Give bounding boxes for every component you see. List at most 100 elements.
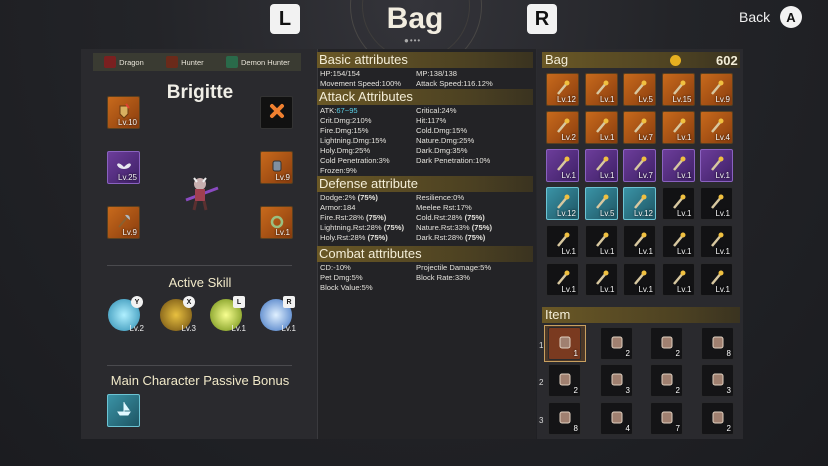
bag-slot[interactable]: Lv.1 [661, 149, 695, 182]
skill-level: Lv.2 [129, 324, 144, 333]
a-button-icon[interactable]: A [780, 6, 802, 28]
equip-slot-wings[interactable]: Lv.25 [107, 151, 140, 184]
bag-slot[interactable]: Lv.1 [584, 263, 618, 296]
gold-amount: 602 [716, 53, 738, 68]
item-slot[interactable]: 3 [600, 364, 633, 397]
bag-slot[interactable]: Lv.12 [623, 187, 656, 220]
item-slot[interactable]: 7 [650, 402, 683, 435]
skill-slot-x[interactable]: X Lv.3 [160, 296, 196, 333]
wand-icon [661, 411, 673, 424]
skill-level: Lv.1 [231, 324, 246, 333]
stat-lightning-dmg: Lightning.Dmg:15% [320, 136, 387, 145]
item-level: Lv.1 [676, 247, 692, 256]
bag-slot[interactable]: Lv.5 [584, 187, 618, 220]
bag-slot[interactable]: Lv.1 [623, 225, 656, 258]
bag-slot[interactable]: Lv.9 [700, 73, 733, 106]
stat-fire-rst-cap: (75%) [366, 213, 387, 222]
item-slot[interactable]: 8 [548, 402, 581, 435]
item-slot[interactable]: 2 [548, 364, 581, 397]
bag-slot[interactable]: Lv.5 [623, 73, 656, 106]
stat-block-rate: Block Rate:33% [416, 273, 471, 282]
equip-slot-gauntlet[interactable]: Lv.9 [260, 151, 293, 184]
item-slot[interactable]: 3 [701, 364, 734, 397]
bag-slot[interactable]: Lv.1 [546, 263, 579, 296]
stat-nature-rst-value: Nature.Rst:33% [416, 223, 470, 232]
item-quantity: 3 [625, 386, 630, 395]
stat-holy-rst-cap: (75%) [367, 233, 388, 242]
stat-atk-label: ATK: [320, 106, 337, 115]
bag-slot[interactable]: Lv.2 [546, 111, 579, 144]
item-slot[interactable]: 2 [650, 327, 683, 360]
stat-dark-rst: Dark.Rst:28% (75%) [416, 233, 485, 242]
bag-slot[interactable]: Lv.1 [661, 111, 695, 144]
item-slot[interactable]: 2 [701, 402, 734, 435]
bag-slot[interactable]: Lv.1 [584, 111, 618, 144]
bag-slot[interactable]: Lv.15 [661, 73, 695, 106]
item-slot[interactable]: 2 [650, 364, 683, 397]
r-shoulder-button[interactable]: R [527, 4, 557, 34]
bag-slot[interactable]: Lv.1 [700, 263, 733, 296]
stat-attack-speed: Attack Speed:116.12% [416, 79, 493, 88]
item-slot[interactable]: 8 [701, 327, 734, 360]
item-quantity: 3 [726, 386, 731, 395]
bag-slot[interactable]: Lv.1 [584, 73, 618, 106]
bag-slot[interactable]: Lv.1 [700, 149, 733, 182]
bag-slot[interactable]: Lv.12 [546, 187, 579, 220]
bag-slot[interactable]: Lv.1 [661, 263, 695, 296]
herb-icon [661, 336, 673, 349]
item-slot[interactable]: 1 [548, 327, 581, 360]
equip-level: Lv.9 [275, 173, 290, 182]
stat-pet-dmg: Pet Dmg:5% [320, 273, 363, 282]
equip-slot-helmet[interactable]: Lv.10 [107, 96, 140, 129]
stat-meelee-rst: Meelee Rst:17% [416, 203, 472, 212]
item-level: Lv.2 [561, 133, 576, 142]
item-level: Lv.7 [638, 171, 653, 180]
skill-slot-r[interactable]: R Lv.1 [260, 296, 296, 333]
item-level: Lv.1 [599, 95, 615, 104]
bag-slot[interactable]: Lv.12 [546, 73, 579, 106]
item-slot[interactable]: 4 [600, 402, 633, 435]
bag-slot[interactable]: Lv.1 [584, 149, 618, 182]
ship-icon [117, 402, 131, 416]
class-demon-hunter: Demon Hunter [226, 56, 290, 68]
stat-holy-dmg: Holy.Dmg:25% [320, 146, 371, 155]
stat-cold-rst-value: Cold.Rst:28% [416, 213, 463, 222]
book-icon [712, 373, 724, 386]
bag-slot[interactable]: Lv.1 [661, 225, 695, 258]
stat-dark-penetration: Dark Penetration:10% [416, 156, 491, 165]
bag-slot[interactable]: Lv.1 [700, 225, 733, 258]
active-skill-title: Active Skill [168, 275, 232, 290]
stat-hit: Hit:117% [416, 116, 447, 125]
skill-slot-y[interactable]: Y Lv.2 [108, 296, 144, 333]
bag-slot[interactable]: Lv.1 [546, 225, 579, 258]
equip-slot-weapon[interactable]: Lv.9 [107, 206, 140, 239]
bag-slot[interactable]: Lv.1 [623, 263, 656, 296]
bag-slot[interactable]: Lv.7 [623, 149, 656, 182]
equip-slot-empty[interactable] [260, 96, 293, 129]
bag-slot[interactable]: Lv.1 [584, 225, 618, 258]
bag-slot[interactable]: Lv.4 [700, 111, 733, 144]
item-row-label: 1 [539, 341, 544, 350]
item-slot[interactable]: 2 [600, 327, 633, 360]
bag-slot[interactable]: Lv.1 [700, 187, 733, 220]
class-hunter: Hunter [166, 56, 204, 68]
bag-slot[interactable]: Lv.7 [623, 111, 656, 144]
stat-armor: Armor:184 [320, 203, 356, 212]
passive-bonus-slot[interactable] [107, 394, 140, 427]
item-level: Lv.1 [638, 285, 653, 294]
map-icon [611, 411, 623, 424]
back-label[interactable]: Back [739, 9, 770, 25]
bag-slot[interactable]: Lv.1 [546, 149, 579, 182]
l-shoulder-button[interactable]: L [270, 4, 300, 34]
defense-attribute-header: Defense attribute [317, 176, 533, 192]
l-button-icon: L [233, 296, 245, 308]
bag-slot[interactable]: Lv.1 [661, 187, 695, 220]
stat-dark-rst-value: Dark.Rst:28% [416, 233, 463, 242]
hourglass-icon [712, 336, 724, 349]
stat-dodge-value: Dodge:2% [320, 193, 356, 202]
equip-slot-ring[interactable]: Lv.1 [260, 206, 293, 239]
item-level: Lv.1 [676, 171, 692, 180]
page-title: Bag [386, 2, 444, 35]
item-row-label: 3 [539, 416, 544, 425]
skill-slot-l[interactable]: L Lv.1 [210, 296, 246, 333]
